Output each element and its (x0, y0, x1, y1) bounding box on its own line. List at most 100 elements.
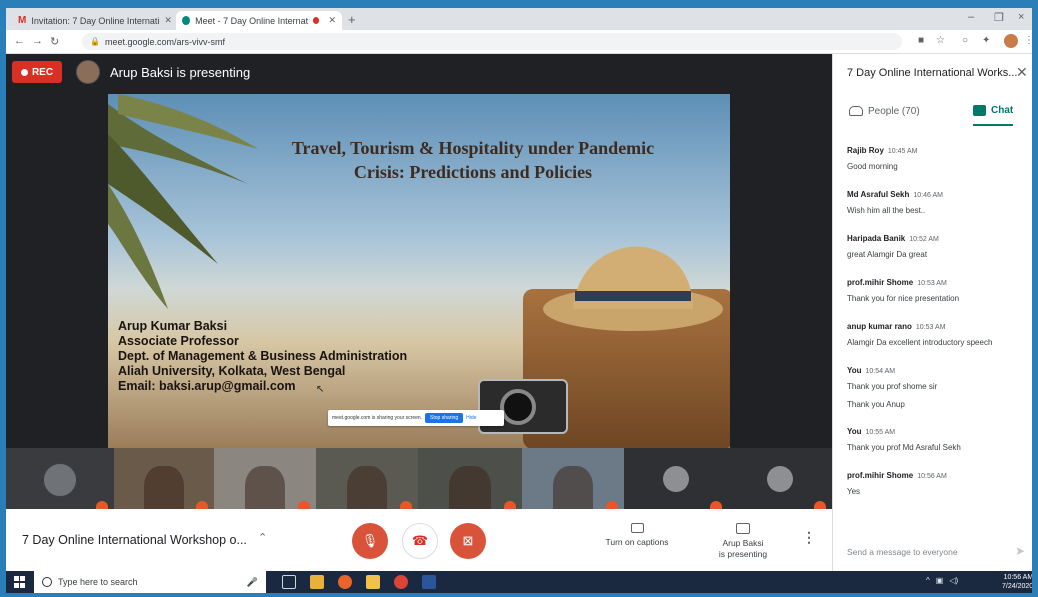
extension-circle-icon[interactable]: ○ (962, 35, 968, 46)
minimize-button[interactable]: – (968, 11, 974, 23)
maximize-button[interactable]: ❐ (994, 11, 1004, 24)
tab-chat[interactable]: Chat (973, 96, 1014, 126)
taskbar-search-input[interactable]: Type here to search 🎤 (34, 571, 266, 593)
microphone-icon[interactable]: 🎤 (247, 577, 258, 588)
chevron-up-icon[interactable]: ^ (926, 576, 930, 585)
tab-gmail-invitation[interactable]: M Invitation: 7 Day Online Internati ✕ (12, 11, 176, 30)
meeting-details-title[interactable]: 7 Day Online International Workshop o... (22, 533, 247, 547)
chat-sender: Rajib Roy (847, 146, 884, 155)
more-options-icon[interactable]: ⋮ (802, 529, 816, 546)
presenting-label: Arup Baksi (722, 538, 764, 548)
pin-participant-icon[interactable] (814, 501, 826, 509)
pin-participant-icon[interactable] (504, 501, 516, 509)
send-icon[interactable]: ➤ (1015, 544, 1025, 558)
puzzle-extension-icon[interactable]: ✦ (982, 35, 990, 46)
rec-badge: REC (12, 61, 62, 83)
forward-icon[interactable]: → (32, 35, 43, 47)
profile-avatar[interactable] (1004, 34, 1018, 48)
pin-participant-icon[interactable] (606, 501, 618, 509)
palm-leaves-image (108, 94, 258, 309)
leave-call-button[interactable]: ☎ (402, 523, 438, 559)
pin-participant-icon[interactable] (710, 501, 722, 509)
file-explorer-icon[interactable] (366, 575, 380, 589)
windows-start-icon[interactable] (14, 576, 26, 588)
participant-video (449, 466, 491, 509)
volume-icon[interactable]: ◁) (949, 576, 958, 585)
participant-video (346, 466, 388, 509)
window-close-button[interactable]: × (1018, 11, 1024, 23)
participant-strip (6, 448, 832, 509)
chat-text: Thank you prof shome sir (847, 382, 938, 391)
participant-tile[interactable] (316, 448, 418, 509)
participant-video (552, 466, 594, 509)
chat-icon (973, 104, 986, 116)
chat-time: 10:56 AM (917, 473, 947, 480)
present-screen-icon (736, 523, 750, 534)
chat-message: You 10:54 AM Thank you prof shome sir Thank… (847, 360, 1027, 409)
slide-title-line2: Crisis: Predictions and Policies (353, 162, 593, 182)
bookmark-star-icon[interactable]: ☆ (936, 35, 945, 46)
chrome-menu-icon[interactable]: ⋮ (1024, 35, 1032, 46)
chat-message-list: Rajib Roy 10:45 AM Good morning Md Asraful … (847, 140, 1027, 509)
close-icon[interactable]: ✕ (164, 15, 172, 26)
participant-avatar (42, 462, 78, 498)
taskbar-clock[interactable]: 10:56 AM 7/24/2020 (1002, 573, 1032, 591)
tab-meet[interactable]: Meet - 7 Day Online Internat ✕ (176, 11, 342, 30)
captions-icon (630, 523, 644, 533)
task-view-icon[interactable] (282, 575, 296, 589)
participant-video (244, 466, 286, 509)
store-icon[interactable] (310, 575, 324, 589)
tab-label: Meet - 7 Day Online Internat (195, 15, 309, 26)
presenting-button[interactable]: Arup Baksi is presenting (708, 523, 778, 560)
pin-participant-icon[interactable] (400, 501, 412, 509)
chrome-icon[interactable] (394, 575, 408, 589)
meeting-control-bar: 7 Day Online International Workshop o...… (6, 509, 832, 571)
camera-off-button[interactable]: ⊠ (450, 523, 486, 559)
new-tab-button[interactable]: + (348, 12, 356, 27)
close-icon[interactable]: ✕ (1016, 64, 1028, 81)
slide-title: Travel, Tourism & Hospitality under Pand… (238, 136, 708, 184)
participant-tile[interactable] (522, 448, 624, 509)
info-line: Dept. of Management & Business Administr… (118, 349, 408, 363)
chat-message-header: anup kumar rano 10:53 AM (847, 316, 1027, 334)
tab-label: Invitation: 7 Day Online Internati (31, 15, 160, 26)
participant-tile[interactable] (214, 448, 316, 509)
chat-text: Good morning (847, 162, 898, 171)
chat-message: You 10:55 AM Thank you prof Md Asraful Sek… (847, 421, 1027, 453)
hide-button[interactable]: Hide (466, 415, 476, 421)
firefox-icon[interactable] (338, 575, 352, 589)
back-icon[interactable]: ← (14, 35, 25, 47)
close-icon[interactable]: ✕ (328, 15, 336, 26)
participant-tile[interactable] (418, 448, 522, 509)
participant-tile[interactable] (728, 448, 832, 509)
mouse-cursor-icon: ↖ (316, 384, 325, 395)
participant-tile[interactable] (114, 448, 214, 509)
shared-screen-slide: Travel, Tourism & Hospitality under Pand… (108, 94, 730, 448)
word-icon[interactable] (422, 575, 436, 589)
participant-tile[interactable] (624, 448, 728, 509)
chat-sender: Haripada Banik (847, 234, 906, 243)
screen-frame: M Invitation: 7 Day Online Internati ✕ M… (6, 8, 1032, 593)
camera-extension-icon[interactable]: ■ (918, 35, 924, 46)
participant-avatar (663, 466, 689, 492)
pin-participant-icon[interactable] (298, 501, 310, 509)
chat-message-header: Md Asraful Sekh 10:46 AM (847, 184, 1027, 202)
screen-share-notification: meet.google.com is sharing your screen. … (328, 410, 504, 426)
windows-taskbar: Type here to search 🎤 ^ ▣ ◁) 10:56 AM 7/… (6, 571, 1032, 593)
meet-icon (182, 16, 191, 25)
meet-stage: REC Arup Baksi is presenting Travel, Tou… (6, 54, 832, 509)
chat-message-input[interactable]: Send a message to everyone (847, 547, 958, 557)
pin-participant-icon[interactable] (96, 501, 108, 509)
mic-off-button[interactable]: 🎙 (352, 523, 388, 559)
network-icon[interactable]: ▣ (936, 576, 944, 585)
address-bar[interactable]: 🔒 meet.google.com/ars-vivv-smf (82, 33, 902, 50)
tab-people[interactable]: People (70) (849, 96, 920, 126)
pin-participant-icon[interactable] (196, 501, 208, 509)
chat-message: Haripada Banik 10:52 AM great Alamgir Da g… (847, 228, 1027, 260)
reload-icon[interactable]: ↻ (50, 35, 59, 48)
chevron-up-icon[interactable]: ⌃ (258, 531, 267, 544)
captions-label: Turn on captions (605, 537, 669, 547)
captions-button[interactable]: Turn on captions (598, 523, 676, 548)
stop-sharing-button[interactable]: Stop sharing (425, 413, 464, 423)
participant-tile[interactable] (6, 448, 114, 509)
